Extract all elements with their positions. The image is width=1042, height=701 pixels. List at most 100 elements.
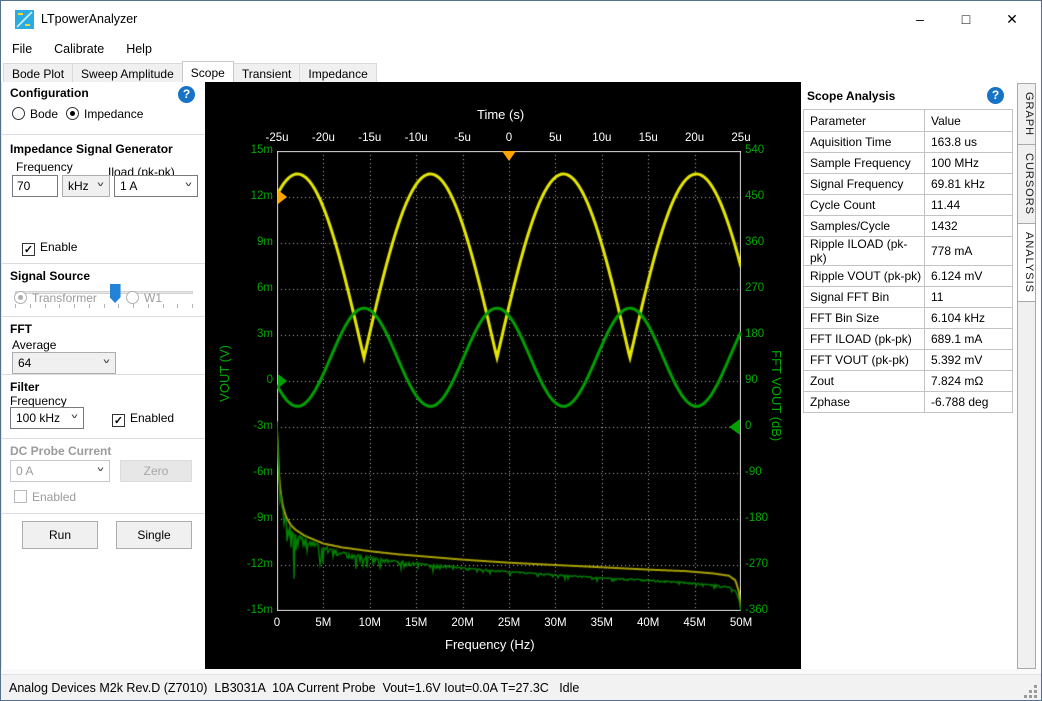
- resize-grip[interactable]: [1025, 686, 1037, 698]
- tab-scope[interactable]: Scope: [182, 61, 234, 82]
- help-icon[interactable]: ?: [178, 86, 195, 103]
- param-cell: Signal FFT Bin: [804, 287, 925, 308]
- radio-icon: [66, 107, 79, 120]
- value-cell: 6.104 kHz: [925, 308, 1013, 329]
- iload-select[interactable]: 1 A∨: [114, 175, 198, 197]
- column-header: Value: [925, 110, 1013, 132]
- axis-tick-label: -3m: [231, 420, 273, 432]
- source-radio-transformer[interactable]: Transformer: [14, 291, 97, 305]
- status-bar: Analog Devices M2k Rev.D (Z7010) LB3031A…: [1, 675, 1041, 701]
- axis-tick-label: -6m: [231, 466, 273, 478]
- axis-tick-label: 50M: [721, 617, 761, 629]
- axis-tick-label: -12m: [231, 558, 273, 570]
- chevron-down-icon: ∨: [96, 181, 106, 188]
- analysis-title: Scope Analysis: [807, 89, 895, 103]
- axis-tick-label: 6m: [231, 282, 273, 294]
- radio-icon: [12, 107, 25, 120]
- axis-tick-label: 0: [489, 132, 529, 144]
- table-row: Ripple VOUT (pk-pk)6.124 mV: [804, 266, 1013, 287]
- axis-tick-label: 9m: [231, 236, 273, 248]
- side-tab-cursors[interactable]: CURSORS: [1018, 145, 1035, 224]
- tab-transient[interactable]: Transient: [233, 63, 301, 82]
- axis-tick-label: 3m: [231, 328, 273, 340]
- tab-bode-plot[interactable]: Bode Plot: [3, 63, 73, 82]
- menu-item-help[interactable]: Help: [115, 39, 163, 59]
- table-row: Signal FFT Bin11: [804, 287, 1013, 308]
- table-header: ParameterValue: [804, 110, 1013, 132]
- param-cell: FFT VOUT (pk-pk): [804, 350, 925, 371]
- menu-item-file[interactable]: File: [1, 39, 43, 59]
- filter-frequency-label: Frequency: [10, 394, 67, 408]
- time-cursor-marker[interactable]: [502, 151, 516, 161]
- axis-tick-label: 20M: [443, 617, 483, 629]
- dc-probe-enabled-checkbox[interactable]: Enabled: [14, 490, 76, 504]
- value-cell: 778 mA: [925, 237, 1013, 266]
- axis-tick-label: -360: [745, 604, 785, 616]
- configuration-title: Configuration: [10, 86, 89, 100]
- axis-tick-label: 0: [231, 374, 273, 386]
- source-radio-w1[interactable]: W1: [126, 291, 162, 305]
- axis-tick-label: 90: [745, 374, 785, 386]
- minimize-button[interactable]: –: [897, 1, 943, 37]
- axis-tick-label: 35M: [582, 617, 622, 629]
- param-cell: Sample Frequency: [804, 153, 925, 174]
- mode-radio-impedance[interactable]: Impedance: [66, 107, 143, 121]
- axis-tick-label: 15m: [231, 144, 273, 156]
- filter-frequency-select[interactable]: 100 kHz∨: [10, 407, 84, 429]
- value-cell: 11: [925, 287, 1013, 308]
- enable-checkbox[interactable]: ✓Enable: [22, 240, 77, 256]
- iload-level-marker[interactable]: [278, 190, 287, 204]
- app-icon: [15, 10, 34, 29]
- frequency-unit-select[interactable]: kHz∨: [62, 175, 110, 197]
- table-row: FFT ILOAD (pk-pk)689.1 mA: [804, 329, 1013, 350]
- axis-tick-label: 540: [745, 144, 785, 156]
- filter-enabled-checkbox[interactable]: ✓Enabled: [112, 411, 174, 427]
- value-cell: 689.1 mA: [925, 329, 1013, 350]
- analysis-table: ParameterValueAquisition Time163.8 usSam…: [803, 109, 1013, 413]
- side-tab-graph[interactable]: GRAPH: [1018, 84, 1035, 145]
- menu-bar: FileCalibrateHelp: [1, 37, 1041, 61]
- axis-tick-label: 45M: [675, 617, 715, 629]
- signal-source-title: Signal Source: [10, 269, 90, 283]
- status-text: Analog Devices M2k Rev.D (Z7010) LB3031A…: [9, 681, 579, 695]
- table-row: Zout7.824 mΩ: [804, 371, 1013, 392]
- window-title: LTpowerAnalyzer: [41, 12, 137, 26]
- tab-strip: Bode PlotSweep AmplitudeScopeTransientIm…: [3, 61, 1042, 82]
- average-label: Average: [12, 338, 56, 352]
- frequency-axis-title: Frequency (Hz): [445, 637, 535, 652]
- value-cell: 6.124 mV: [925, 266, 1013, 287]
- zero-button[interactable]: Zero: [120, 460, 192, 482]
- frequency-input[interactable]: [12, 175, 58, 197]
- axis-tick-label: -270: [745, 558, 785, 570]
- analysis-panel: Scope Analysis ? ParameterValueAquisitio…: [801, 82, 1015, 669]
- time-axis-title: Time (s): [477, 107, 524, 122]
- chevron-down-icon: ∨: [70, 413, 80, 420]
- value-cell: 163.8 us: [925, 132, 1013, 153]
- config-panel: Configuration ? Bode Impedance Impedance…: [1, 82, 205, 669]
- tab-sweep-amplitude[interactable]: Sweep Amplitude: [72, 63, 183, 82]
- param-cell: Samples/Cycle: [804, 216, 925, 237]
- param-cell: Zout: [804, 371, 925, 392]
- tab-impedance[interactable]: Impedance: [299, 63, 376, 82]
- single-button[interactable]: Single: [116, 521, 192, 549]
- mode-radio-bode[interactable]: Bode: [12, 107, 58, 121]
- fft-title: FFT: [10, 322, 32, 336]
- scope-canvas[interactable]: [277, 151, 741, 611]
- dc-probe-select[interactable]: 0 A∨: [10, 460, 110, 482]
- checkbox-icon: [14, 490, 27, 503]
- close-button[interactable]: ✕: [989, 1, 1035, 37]
- axis-tick-label: 30M: [535, 617, 575, 629]
- vout-level-marker[interactable]: [278, 374, 287, 388]
- generator-title: Impedance Signal Generator: [10, 142, 173, 156]
- side-tab-analysis[interactable]: ANALYSIS: [1018, 224, 1035, 302]
- table-row: Sample Frequency100 MHz: [804, 153, 1013, 174]
- checkbox-icon: ✓: [22, 243, 35, 256]
- fft-average-select[interactable]: 64∨: [12, 352, 116, 374]
- maximize-button[interactable]: □: [943, 1, 989, 37]
- run-button[interactable]: Run: [22, 521, 98, 549]
- slider-thumb[interactable]: [110, 284, 121, 303]
- title-bar: LTpowerAnalyzer – □ ✕: [1, 1, 1041, 37]
- menu-item-calibrate[interactable]: Calibrate: [43, 39, 115, 59]
- fft-zero-db-marker[interactable]: [729, 419, 740, 435]
- help-icon[interactable]: ?: [987, 87, 1004, 104]
